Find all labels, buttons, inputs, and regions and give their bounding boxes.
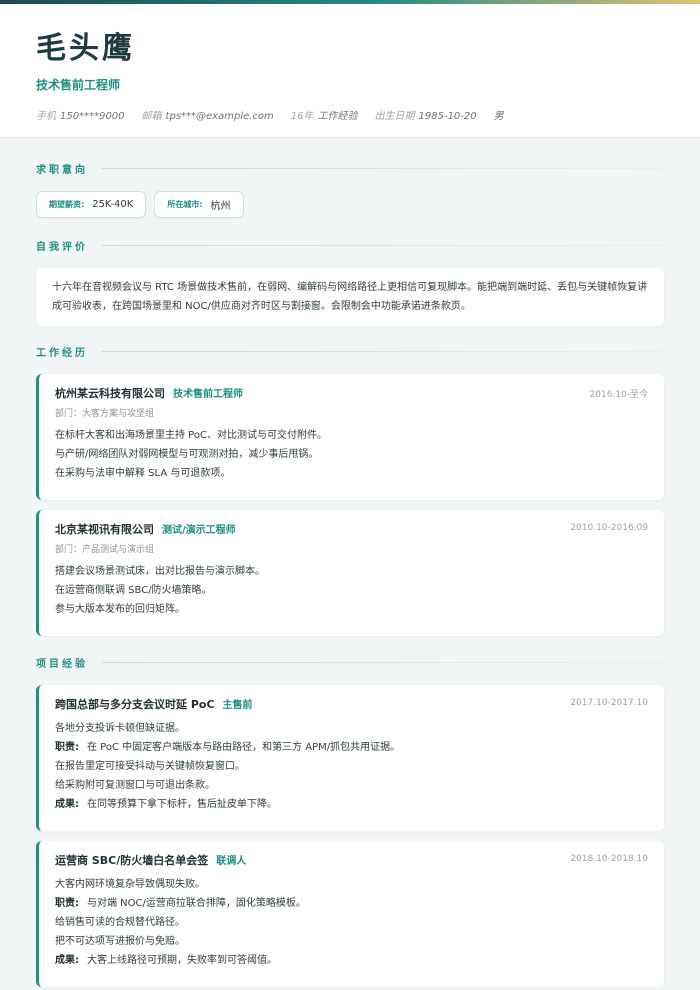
- contact-gender: 男: [493, 111, 504, 122]
- work-bullet: 搭建会议场景测试床，出对比报告与演示脚本。: [55, 566, 265, 577]
- work-date: 2010.10-2016.09: [570, 523, 648, 533]
- work-bullet: 在运营商侧联调 SBC/防火墙策略。: [55, 585, 212, 596]
- work-company: 杭州某云科技有限公司: [55, 387, 165, 400]
- work-date: 2016.10-至今: [589, 390, 648, 400]
- project-role: 主售前: [222, 700, 253, 711]
- summary-card: 十六年在音视频会议与 RTC 场景做技术售前，在弱网、编解码与网络路径上更相信可…: [36, 268, 664, 326]
- project-background: 各地分支投诉卡顿但缺证据。: [55, 723, 185, 734]
- work-department: 部门：产品测试与演示组: [55, 545, 155, 555]
- candidate-name: 毛头鹰: [36, 31, 135, 66]
- work-item: 北京某视讯有限公司 测试/演示工程师 2010.10-2016.09 部门：产品…: [36, 510, 664, 636]
- work-bullet: 在采购与法审中解释 SLA 与可退款项。: [55, 468, 231, 479]
- section-title-summary: 自我评价: [36, 238, 664, 253]
- project-duty: 职责: 与对端 NOC/运营商拉联合排障，固化策略模板。: [55, 898, 306, 909]
- work-item: 杭州某云科技有限公司 技术售前工程师 2016.10-至今 部门：大客方案与攻坚…: [36, 374, 664, 500]
- project-duty: 职责: 在 PoC 中固定客户端版本与路由路径，和第三方 APM/抓包共用证据。: [55, 742, 401, 753]
- work-company: 北京某视讯有限公司: [55, 523, 154, 536]
- contact-birthdate: 出生日期 1985-10-20: [374, 111, 477, 122]
- contact-phone: 手机 150****9000: [36, 111, 125, 122]
- salary-pill: 期望薪资: 25K-40K: [36, 191, 147, 218]
- work-bullet: 在标杆大客和出海场景里主持 PoC、对比测试与可交付附件。: [55, 430, 327, 441]
- section-title-work: 工作经历: [36, 344, 664, 359]
- summary-text: 十六年在音视频会议与 RTC 场景做技术售前，在弱网、编解码与网络路径上更相信可…: [52, 282, 648, 312]
- work-role: 测试/演示工程师: [162, 525, 236, 536]
- project-duty: 给采购附可复测窗口与可退出条款。: [55, 780, 215, 791]
- project-date: 2018.10-2018.10: [570, 854, 648, 864]
- section-divider: [102, 168, 664, 169]
- candidate-role: 技术售前工程师: [36, 78, 121, 92]
- project-date: 2017.10-2017.10: [570, 698, 648, 708]
- section-title-projects: 项目经验: [36, 655, 664, 670]
- section-divider: [102, 245, 664, 246]
- work-bullet: 与产研/网络团队对弱网模型与可观测对拍，减少事后甩锅。: [55, 449, 319, 460]
- work-department: 部门：大客方案与攻坚组: [55, 409, 155, 419]
- section-title-intent: 求职意向: [36, 161, 664, 176]
- intent-pills: 期望薪资: 25K-40K 所在城市: 杭州: [36, 191, 664, 218]
- project-item: 运营商 SBC/防火墙白名单会签 联调人 2018.10-2018.10 大客内…: [36, 841, 664, 987]
- project-background: 大客内网环境复杂导致偶现失败。: [55, 879, 205, 890]
- work-bullet: 参与大版本发布的回归矩阵。: [55, 604, 185, 615]
- project-role: 联调人: [216, 856, 247, 867]
- section-divider: [102, 351, 664, 352]
- contact-experience: 16年 工作经验: [290, 111, 358, 122]
- city-pill: 所在城市: 杭州: [154, 191, 244, 218]
- section-divider: [102, 662, 664, 663]
- project-result: 成果: 在同等预算下拿下标杆，售后扯皮单下降。: [55, 799, 277, 810]
- resume-header: 毛头鹰 技术售前工程师 手机 150****9000 邮箱 tps***@examp…: [0, 4, 700, 138]
- work-role: 技术售前工程师: [173, 389, 243, 400]
- project-name: 运营商 SBC/防火墙白名单会签: [55, 854, 209, 867]
- work-bullets: 搭建会议场景测试床，出对比报告与演示脚本。 在运营商侧联调 SBC/防火墙策略。…: [55, 562, 648, 619]
- resume-body: 求职意向 期望薪资: 25K-40K 所在城市: 杭州 自我评价 十六年在音视频…: [0, 161, 700, 987]
- project-duty: 把不可达项写进报价与免赔。: [55, 936, 185, 947]
- project-name: 跨国总部与多分支会议时延 PoC: [55, 698, 215, 711]
- contact-email: 邮箱 tps***@example.com: [141, 111, 274, 122]
- project-item: 跨国总部与多分支会议时延 PoC 主售前 2017.10-2017.10 各地分…: [36, 685, 664, 831]
- project-duty: 给销售可读的合规替代路径。: [55, 917, 185, 928]
- contact-info: 手机 150****9000 邮箱 tps***@example.com 16年 工作…: [36, 107, 664, 122]
- project-duty: 在报告里定可接受抖动与关键帧恢复窗口。: [55, 761, 245, 772]
- work-bullets: 在标杆大客和出海场景里主持 PoC、对比测试与可交付附件。 与产研/网络团队对弱…: [55, 426, 648, 483]
- project-result: 成果: 大客上线路径可预期，失败率到可答阈值。: [55, 955, 277, 966]
